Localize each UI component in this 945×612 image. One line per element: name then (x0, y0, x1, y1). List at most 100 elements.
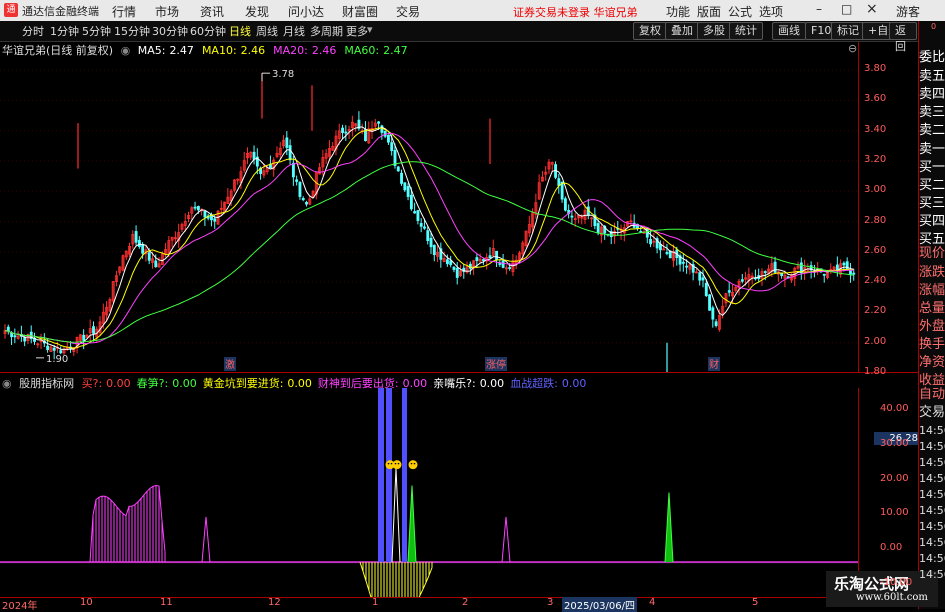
smiley-face (392, 460, 402, 470)
quote-item: 卖二 (919, 123, 945, 138)
guest-user[interactable]: 游客 (896, 3, 920, 20)
candle-body (822, 273, 826, 276)
menu-layout[interactable]: 版面 (697, 3, 721, 20)
draw-line-button[interactable]: 画线 (772, 22, 806, 40)
smiley-eye (397, 462, 400, 465)
candle-body (449, 260, 453, 266)
tab-multi-period[interactable]: 多周期 (308, 23, 345, 39)
menu-market[interactable]: 市场 (155, 3, 179, 20)
indicator-chart[interactable] (0, 388, 860, 597)
candle-body (498, 263, 502, 265)
candle-body (432, 244, 436, 256)
menu-function[interactable]: 功能 (666, 3, 690, 20)
candle-body (495, 250, 499, 261)
high-price-label: 3.78 (272, 69, 294, 80)
candle-body (377, 121, 381, 124)
candle-body (557, 178, 561, 186)
quote-tab-trade[interactable]: 交易 (919, 404, 945, 421)
statistics-button[interactable]: 统计 (729, 22, 763, 40)
menu-options[interactable]: 选项 (759, 3, 783, 20)
menu-community[interactable]: 财富圈 (342, 3, 378, 20)
menu-market-quotes[interactable]: 行情 (112, 3, 136, 20)
candle-body (455, 268, 459, 278)
indicator-tick-label: 0.00 (880, 542, 903, 554)
candle-body (452, 266, 456, 270)
price-axis (858, 42, 919, 372)
smiley-eye (390, 462, 393, 465)
mark-button[interactable]: 标记 (831, 22, 865, 40)
candle-body (147, 252, 151, 261)
main-candlestick-chart[interactable]: 3.78 1.90 激 涨停 财 (0, 55, 860, 373)
tab-30min[interactable]: 30分钟 (150, 23, 190, 39)
tab-1min[interactable]: 1分钟 (48, 23, 81, 39)
candle-body (780, 273, 784, 276)
smiley-eye (387, 462, 390, 465)
indicator-tick-label: 30.00 (880, 437, 909, 449)
candle-body (134, 231, 138, 243)
tab-monthly[interactable]: 月线 (281, 23, 307, 39)
tab-60min[interactable]: 60分钟 (188, 23, 228, 39)
candle-body (137, 239, 141, 247)
candle-body (570, 215, 574, 218)
tick-time: 14:56 (919, 440, 945, 453)
candle-body (475, 257, 479, 261)
time-axis-label: 10 (80, 597, 93, 608)
candle-body (508, 267, 512, 269)
candle-body (46, 345, 50, 350)
time-axis-label: 12 (268, 597, 281, 608)
close-icon[interactable]: × (866, 1, 878, 17)
candle-body (416, 210, 420, 221)
candle-body (445, 259, 449, 265)
tick-time: 14:56 (919, 520, 945, 533)
candle-body (386, 134, 390, 143)
tick-time: 14:56 (919, 568, 945, 581)
candle-body (301, 198, 305, 201)
menu-trade[interactable]: 交易 (396, 3, 420, 20)
candle-body (59, 350, 63, 354)
quote-item: 总量 (919, 301, 945, 316)
quote-item: 买四 (919, 214, 945, 229)
quote-item: 外盘 (919, 319, 945, 334)
candle-body (396, 166, 400, 172)
candle-body (845, 261, 849, 271)
candle-body (681, 261, 685, 264)
candle-body (685, 265, 689, 268)
menu-discover[interactable]: 发现 (245, 3, 269, 20)
tab-daily[interactable]: 日线 (227, 23, 253, 39)
quote-item: 涨幅 (919, 283, 945, 298)
tab-15min[interactable]: 15分钟 (112, 23, 152, 39)
indicator-tick-label: -10.00 (880, 577, 913, 588)
tab-intraday[interactable]: 分时 (20, 23, 46, 39)
collapse-icon[interactable]: ⊖ (848, 42, 857, 55)
candle-body (92, 326, 95, 334)
menu-formula[interactable]: 公式 (728, 3, 752, 20)
maximize-icon[interactable]: □ (841, 2, 852, 16)
tab-5min[interactable]: 5分钟 (80, 23, 113, 39)
app-logo-icon: 通 (4, 3, 18, 17)
smiley-icon (392, 460, 402, 470)
oversold-bar (378, 388, 384, 563)
smiley-icon (408, 460, 418, 470)
menu-ask[interactable]: 问小达 (288, 3, 324, 20)
overlay-button[interactable]: 叠加 (665, 22, 699, 40)
candle-body (704, 282, 708, 297)
time-axis-label: 4 (649, 597, 656, 608)
menu-news[interactable]: 资讯 (200, 3, 224, 20)
chevron-down-icon[interactable]: ▾ (365, 23, 375, 36)
smiley-eye (410, 462, 413, 465)
candle-body (288, 145, 292, 161)
spring-signal (664, 492, 674, 563)
tab-weekly[interactable]: 周线 (254, 23, 280, 39)
candle-body (295, 179, 299, 182)
adjust-button[interactable]: 复权 (633, 22, 667, 40)
price-tick-label: 3.00 (864, 184, 887, 196)
candle-body (763, 271, 767, 273)
event-marker-label: 激 (225, 358, 235, 371)
price-tick-label: 3.60 (864, 93, 887, 105)
minimize-icon[interactable]: – (816, 2, 822, 16)
back-button[interactable]: 返回 (889, 22, 917, 53)
multi-stock-button[interactable]: 多股 (697, 22, 731, 40)
quote-tab-auto[interactable]: 自动 (919, 386, 945, 403)
quote-item: 现价 (919, 246, 945, 261)
candle-body (426, 230, 430, 242)
